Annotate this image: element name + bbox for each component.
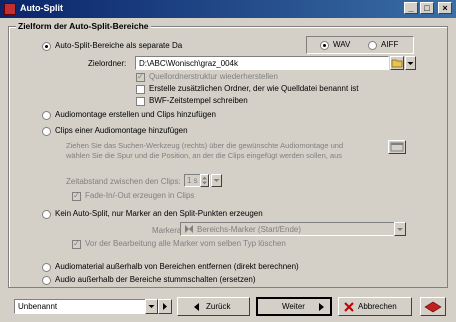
cb-restore-structure[interactable] xyxy=(136,72,145,82)
range-marker-icon xyxy=(185,225,193,233)
preset-value: Unbenannt xyxy=(18,302,58,311)
back-button-label: Zurück xyxy=(206,302,231,311)
browse-folder-button[interactable] xyxy=(390,56,404,70)
marker-type-select[interactable]: Bereichs-Marker (Start/Ende) xyxy=(180,222,406,236)
radio-separate-files-label: Auto-Split-Bereiche als separate Da xyxy=(55,41,183,50)
radio-remove-outside-label: Audiomaterial außerhalb von Bereichen en… xyxy=(55,262,299,271)
radio-aiff[interactable] xyxy=(368,41,377,50)
radio-markers-only[interactable] xyxy=(42,210,51,219)
arrow-right-icon xyxy=(163,303,167,310)
folder-icon xyxy=(391,59,403,68)
cb-restore-structure-label: Quellordnerstruktur wiederherstellen xyxy=(149,72,278,81)
cb-extra-folder[interactable] xyxy=(136,85,145,94)
title-bar: Auto-Split _ □ × xyxy=(0,0,456,18)
radio-mute-outside[interactable] xyxy=(42,276,51,285)
folder-history-dropdown[interactable] xyxy=(405,56,416,70)
app-icon xyxy=(4,3,16,15)
chevron-down-icon xyxy=(213,179,220,182)
radio-add-to-montage-label: Clips einer Audiomontage hinzufügen xyxy=(55,126,188,135)
next-button[interactable]: Weiter xyxy=(256,297,332,316)
spinner-arrows-icon xyxy=(202,176,207,185)
montage-picker-button[interactable] xyxy=(388,140,406,154)
cb-fade-label: Fade-In/-Out erzeugen in Clips xyxy=(85,191,195,200)
radio-aiff-label: AIFF xyxy=(381,40,399,49)
close-icon[interactable]: × xyxy=(438,2,452,14)
chevron-down-icon xyxy=(148,305,155,308)
preset-dropdown[interactable] xyxy=(145,299,158,314)
help-book-icon xyxy=(424,301,442,313)
preset-select[interactable]: Unbenannt xyxy=(14,299,158,314)
next-button-label: Weiter xyxy=(282,302,305,311)
radio-create-montage[interactable] xyxy=(42,111,51,120)
chevron-down-icon xyxy=(397,228,403,231)
clip-gap-spinner[interactable] xyxy=(200,174,209,187)
cancel-x-icon xyxy=(344,302,354,312)
radio-create-montage-label: Audiomontage erstellen und Clips hinzufü… xyxy=(55,110,216,119)
radio-separate-files[interactable] xyxy=(42,42,51,51)
marker-type-dropdown[interactable] xyxy=(394,222,406,236)
clip-gap-value: 1 s xyxy=(187,176,198,185)
radio-add-to-montage[interactable] xyxy=(42,127,51,136)
cb-bwf-timestamp[interactable] xyxy=(136,97,145,106)
help-button[interactable] xyxy=(420,297,446,316)
radio-wav-label: WAV xyxy=(333,40,351,49)
chevron-down-icon xyxy=(407,62,414,65)
radio-markers-only-label: Kein Auto-Split, nur Marker an den Split… xyxy=(55,209,263,218)
arrow-left-icon xyxy=(194,303,199,311)
window-picker-icon xyxy=(390,142,404,152)
arrow-right-icon xyxy=(319,303,324,311)
clip-gap-unit-dropdown[interactable] xyxy=(211,174,222,187)
window-title: Auto-Split xyxy=(20,3,63,13)
maximize-icon[interactable]: □ xyxy=(420,2,434,14)
minimize-icon[interactable]: _ xyxy=(404,2,418,14)
group-title: Zielform der Auto-Split-Bereiche xyxy=(16,21,151,31)
cb-extra-folder-label: Erstelle zusätzlichen Ordner, der wie Qu… xyxy=(149,84,359,93)
cb-delete-markers[interactable] xyxy=(72,239,81,249)
cb-delete-markers-label: Vor der Bearbeitung alle Marker vom selb… xyxy=(85,239,286,248)
target-folder-field[interactable]: D:\ABC\Wonisch\graz_004k xyxy=(135,56,389,70)
back-button[interactable]: Zurück xyxy=(177,297,250,316)
cancel-button-label: Abbrechen xyxy=(358,302,397,311)
cb-bwf-timestamp-label: BWF-Zeitstempel schreiben xyxy=(149,96,248,105)
preset-menu-button[interactable] xyxy=(158,299,172,314)
target-folder-value: D:\ABC\Wonisch\graz_004k xyxy=(139,59,239,68)
marker-type-value: Bereichs-Marker (Start/Ende) xyxy=(197,225,302,234)
montage-hint-line2: wählen Sie die Spur und die Position, an… xyxy=(66,151,343,160)
clip-gap-label: Zeitabstand zwischen den Clips: xyxy=(66,177,181,186)
radio-wav[interactable] xyxy=(320,41,329,50)
radio-remove-outside[interactable] xyxy=(42,263,51,272)
cb-fade[interactable] xyxy=(72,191,81,201)
cancel-button[interactable]: Abbrechen xyxy=(338,297,412,316)
target-folder-label: Zielordner: xyxy=(88,59,127,68)
radio-mute-outside-label: Audio außerhalb der Bereiche stummschalt… xyxy=(55,275,256,284)
montage-hint-line1: Ziehen Sie das Suchen-Werkzeug (rechts) … xyxy=(66,141,344,150)
